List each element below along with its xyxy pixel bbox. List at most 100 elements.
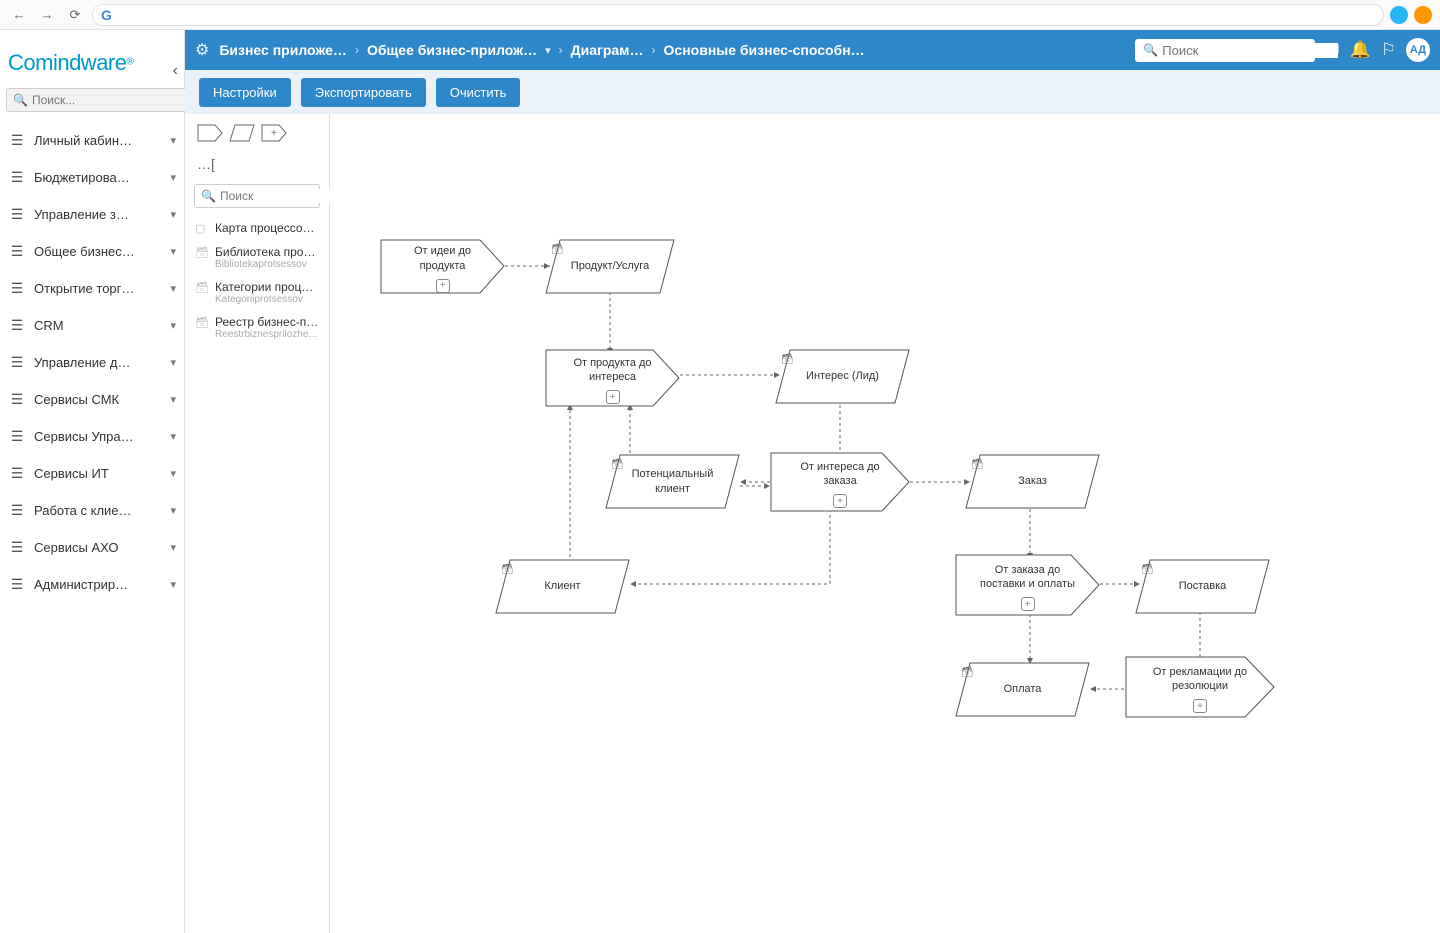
sidebar-search[interactable]: 🔍 <box>6 88 194 112</box>
pentagon-plus-shape-icon[interactable]: + <box>261 124 287 142</box>
database-icon: 🗃 <box>961 666 974 679</box>
diagram-node-client[interactable]: 🗃 Клиент <box>495 559 630 614</box>
nav-item[interactable]: ☰Управление з…▾ <box>0 196 184 233</box>
expand-icon[interactable]: + <box>1193 699 1207 713</box>
chevron-down-icon: ▾ <box>170 430 176 443</box>
mail-icon[interactable]: ✉ <box>1325 40 1339 60</box>
reload-button[interactable]: ⟳ <box>64 4 86 26</box>
chevron-down-icon: ▾ <box>170 393 176 406</box>
list-icon: ☰ <box>8 502 26 519</box>
tree-item[interactable]: 🗃 Реестр бизнес-при…Reestrbiznesprilozhe… <box>191 310 323 345</box>
list-icon: ☰ <box>8 169 26 186</box>
chevron-right-icon: › <box>559 43 563 57</box>
node-label: Поставка <box>1173 575 1233 597</box>
diagram-node-interest-order[interactable]: От интереса до заказа + <box>770 452 910 512</box>
crumb[interactable]: Общее бизнес-прилож… <box>367 42 537 58</box>
diagram-canvas[interactable]: От идеи до продукта + 🗃 Продукт/Услуга О… <box>330 114 1440 933</box>
diagram-node-order[interactable]: 🗃 Заказ <box>965 454 1100 509</box>
top-search[interactable]: 🔍 <box>1135 39 1315 62</box>
database-icon: 🗃 <box>1141 563 1154 576</box>
node-label: Оплата <box>998 678 1048 700</box>
app-root: Comindware® ‹ 🔍 ☰ ☰Личный кабин…▾ ☰Бюдже… <box>0 30 1440 933</box>
node-label: От продукта до интереса <box>558 352 668 389</box>
node-label: Продукт/Услуга <box>565 255 655 277</box>
nav-label: Управление д… <box>34 355 162 370</box>
nav-item[interactable]: ☰Сервисы АХО▾ <box>0 529 184 566</box>
chevron-down-icon: ▾ <box>170 504 176 517</box>
node-label: От интереса до заказа <box>785 456 895 493</box>
list-icon: ☰ <box>8 576 26 593</box>
chevron-down-icon: ▾ <box>170 541 176 554</box>
node-label: От рекламации до резолюции <box>1145 661 1255 698</box>
diagram-node-product-service[interactable]: 🗃 Продукт/Услуга <box>545 239 675 294</box>
forward-button[interactable]: → <box>36 4 58 26</box>
pentagon-shape-icon[interactable] <box>197 124 223 142</box>
diagram-node-potential-client[interactable]: 🗃 Потенциальный клиент <box>605 454 740 509</box>
flag-icon[interactable]: ⚐ <box>1381 40 1396 60</box>
chevron-down-icon: ▾ <box>170 467 176 480</box>
nav-item[interactable]: ☰Сервисы ИТ▾ <box>0 455 184 492</box>
nav-item[interactable]: ☰Общее бизнес…▾ <box>0 233 184 270</box>
list-icon: ☰ <box>8 280 26 297</box>
palette-search[interactable]: 🔍 <box>194 184 320 208</box>
crumb[interactable]: Диаграм… <box>571 42 644 58</box>
expand-icon[interactable]: + <box>606 390 620 404</box>
diagram-node-product-interest[interactable]: От продукта до интереса + <box>545 349 680 407</box>
sidebar-search-row: 🔍 ☰ <box>0 84 184 116</box>
expand-icon[interactable]: + <box>1021 597 1035 611</box>
diagram-node-interest-lead[interactable]: 🗃 Интерес (Лид) <box>775 349 910 404</box>
extension-icon-1[interactable] <box>1390 6 1408 24</box>
search-icon: 🔍 <box>13 93 28 107</box>
gear-icon[interactable]: ⚙ <box>195 40 209 60</box>
diagram-node-order-delivery[interactable]: От заказа до поставки и оплаты + <box>955 554 1100 616</box>
tree-toggle[interactable]: …[ <box>191 156 323 172</box>
clear-button[interactable]: Очистить <box>436 78 521 107</box>
diagram-node-payment[interactable]: 🗃 Оплата <box>955 662 1090 717</box>
tree-item[interactable]: ▢ Карта процессов в… <box>191 216 323 240</box>
nav-item[interactable]: ☰ Работа с клие… ▾ <box>0 492 184 529</box>
extension-icon-2[interactable] <box>1414 6 1432 24</box>
chevron-down-icon: ▾ <box>170 282 176 295</box>
database-icon: 🗃 <box>611 458 624 471</box>
sidebar-search-input[interactable] <box>32 93 187 107</box>
node-label: От идеи до продукта <box>388 240 498 277</box>
diagram-node-delivery[interactable]: 🗃 Поставка <box>1135 559 1270 614</box>
database-icon: 🗃 <box>551 243 564 256</box>
nav-item[interactable]: ☰Сервисы Упра…▾ <box>0 418 184 455</box>
topbar: ⚙ Бизнес приложе… › Общее бизнес-прилож…… <box>185 30 1440 70</box>
export-button[interactable]: Экспортировать <box>301 78 426 107</box>
expand-icon[interactable]: + <box>833 494 847 508</box>
crumb[interactable]: Основные бизнес-способн… <box>664 42 865 58</box>
diagram-node-complaint[interactable]: От рекламации до резолюции + <box>1125 656 1275 718</box>
bell-icon[interactable]: 🔔 <box>1350 40 1371 60</box>
avatar[interactable]: АД <box>1406 38 1430 62</box>
chevron-right-icon: › <box>652 43 656 57</box>
actionbar: Настройки Экспортировать Очистить <box>185 70 1440 114</box>
diagram-node-idea[interactable]: От идеи до продукта + <box>380 239 505 294</box>
svg-text:+: + <box>271 128 277 139</box>
sidebar-collapse-icon[interactable]: ‹ <box>173 62 178 80</box>
crumb[interactable]: Бизнес приложе… <box>219 42 347 58</box>
parallelogram-shape-icon[interactable] <box>229 124 255 142</box>
nav-item[interactable]: ☰Администрир…▾ <box>0 566 184 603</box>
chevron-down-icon[interactable]: ▾ <box>545 44 551 57</box>
browser-chrome: ← → ⟳ G <box>0 0 1440 30</box>
nav-item[interactable]: ☰CRM▾ <box>0 307 184 344</box>
nav-item[interactable]: ☰Открытие торг…▾ <box>0 270 184 307</box>
node-label: От заказа до поставки и оплаты <box>973 559 1083 596</box>
edges-layer <box>330 114 1430 933</box>
tree-item[interactable]: 🗃 Библиотека проце…Bibliotekaprotsessov <box>191 240 323 275</box>
list-icon: ☰ <box>8 465 26 482</box>
top-search-input[interactable] <box>1162 43 1338 58</box>
nav-item[interactable]: ☰Управление д…▾ <box>0 344 184 381</box>
chevron-down-icon: ▾ <box>170 134 176 147</box>
url-bar[interactable]: G <box>92 4 1384 26</box>
tree-item[interactable]: 🗃 Категории процес…Kategoriiprotsessov <box>191 275 323 310</box>
nav-item[interactable]: ☰Личный кабин…▾ <box>0 122 184 159</box>
nav-item[interactable]: ☰Бюджетирова…▾ <box>0 159 184 196</box>
expand-icon[interactable]: + <box>436 279 450 293</box>
back-button[interactable]: ← <box>8 4 30 26</box>
nav-label: Работа с клие… <box>34 503 162 518</box>
nav-item[interactable]: ☰Сервисы СМК▾ <box>0 381 184 418</box>
settings-button[interactable]: Настройки <box>199 78 291 107</box>
